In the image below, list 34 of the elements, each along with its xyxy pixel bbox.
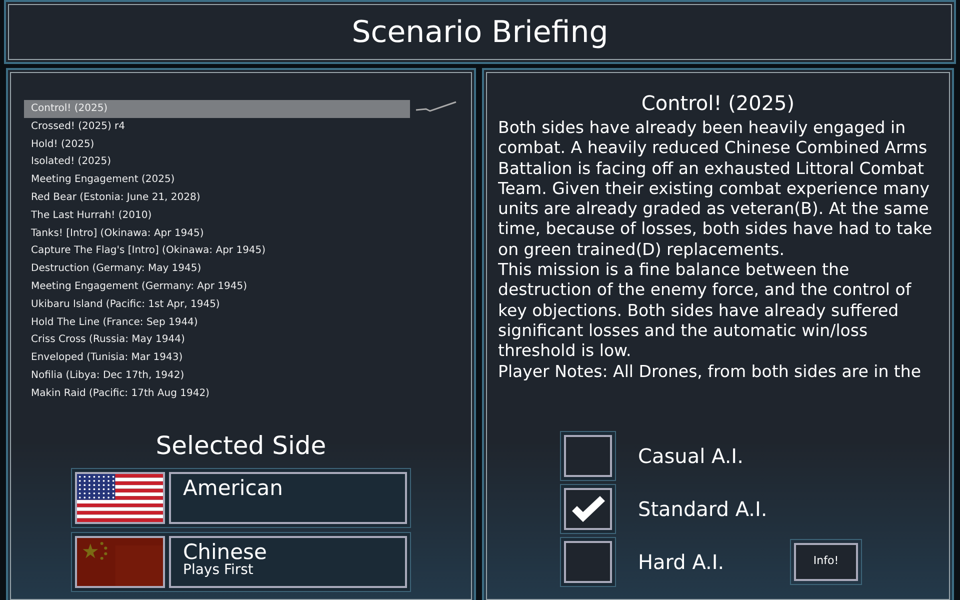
checkmark-icon <box>570 494 606 524</box>
scenario-item[interactable]: Capture The Flag's [Intro] (Okinawa: Apr 1945) <box>24 242 410 260</box>
scenario-item[interactable]: Isolated! (2025) <box>24 153 410 172</box>
section-heading: Selected Side <box>154 430 328 462</box>
scenario-item[interactable]: Makin Raid (Pacific: 17th Aug 1942) <box>24 384 410 398</box>
scenario-item[interactable]: The Last Hurrah! (2010) <box>24 206 410 225</box>
scenario-item[interactable]: Meeting Engagement (Germany: Apr 1945) <box>24 278 410 296</box>
scenario-item[interactable]: Control! (2025) <box>24 100 410 118</box>
checkbox-label: Standard A.I. <box>638 496 768 522</box>
briefing-title: Control! (2025) <box>640 90 796 117</box>
side-name-panel[interactable]: American <box>169 472 407 524</box>
scenario-item[interactable]: Enveloped (Tunisia: Mar 1943) <box>24 349 410 367</box>
checkbox-label: Hard A.I. <box>638 548 724 576</box>
scenario-item[interactable]: Nofilia (Libya: Dec 17th, 1942) <box>24 366 410 385</box>
scenario-item[interactable]: Meeting Engagement (2025) <box>24 171 410 189</box>
flag-icon <box>75 536 165 588</box>
scenario-item[interactable]: Destruction (Germany: May 1945) <box>24 260 410 278</box>
checkbox[interactable] <box>560 484 616 534</box>
window-title: Scenario Briefing <box>352 14 608 52</box>
scenario-item[interactable]: Hold! (2025) <box>24 136 410 154</box>
side-name-panel[interactable]: Chinese Plays First <box>169 536 407 588</box>
briefing-paragraph: This mission is a fine balance between the destruction of the enemy force, and the control of key objections. Both sides have already suffered significant losses and the automatic win/loss threshold is low. <box>498 260 912 362</box>
checkbox-label: Casual A.I. <box>638 442 744 470</box>
briefing-paragraph: Player Notes: All Drones, from both sides are in the <box>498 362 922 382</box>
scenario-item[interactable]: Red Bear (Estonia: June 21, 2028) <box>24 188 410 207</box>
flag-icon <box>75 472 165 524</box>
scenario-item[interactable]: Tanks! [Intro] (Okinawa: Apr 1945) <box>24 224 410 242</box>
scenario-item[interactable]: Crossed! (2025) r4 <box>24 118 410 136</box>
scenario-item[interactable]: Ukibaru Island (Pacific: 1st Apr, 1945) <box>24 296 410 314</box>
checkbox[interactable] <box>560 430 616 480</box>
scenario-item[interactable]: Hold The Line (France: Sep 1944) <box>24 314 410 332</box>
scenario-item[interactable]: Criss Cross (Russia: May 1944) <box>24 331 410 350</box>
checkbox[interactable] <box>560 536 616 586</box>
briefing-paragraph: Both sides have already been heavily engaged in combat. A heavily reduced Chinese Combined Arms Battalion is facing off an exhausted Littoral Combat Team. Given their existing combat experience many units are already graded as veteran(B). At the same time, because of losses, both sides have had to take on green trained(D) replacements. <box>498 118 934 260</box>
